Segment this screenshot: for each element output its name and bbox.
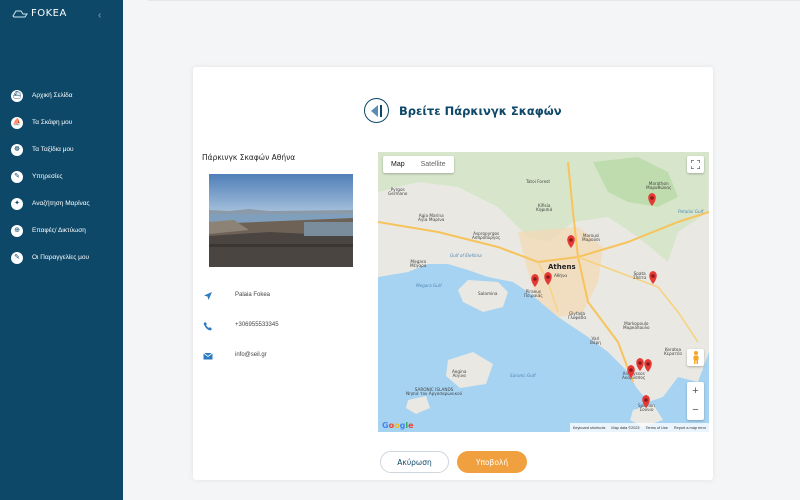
keyboard-shortcuts-link[interactable]: Keyboard shortcuts	[573, 426, 606, 430]
helm-icon: ☸	[11, 143, 23, 156]
logo[interactable]: FOKEA	[12, 8, 67, 19]
parking-finder-card: Βρείτε Πάρκινγκ Σκαφών Πάρκινγκ Σκαφών Α…	[193, 67, 713, 480]
map-marker[interactable]	[567, 235, 575, 248]
sidebar: FOKEA ‹ ⛴ Αρχική Σελίδα ⛵ Τα Σκάφη μου ☸…	[0, 0, 123, 500]
zoom-out-button[interactable]: −	[687, 401, 704, 420]
map-marker[interactable]	[648, 193, 656, 206]
compass-icon: ✦	[11, 197, 23, 210]
map-marker[interactable]	[627, 365, 635, 378]
edit-icon: ✎	[11, 170, 23, 183]
zoom-controls: + −	[687, 382, 704, 420]
fullscreen-button[interactable]	[687, 156, 704, 173]
navigation-arrow-icon	[203, 291, 213, 301]
sidebar-item-marina-search[interactable]: ✦ Αναζήτηση Μαρίνας	[0, 190, 123, 217]
street-view-pegman[interactable]	[687, 349, 704, 366]
back-arrow-icon	[371, 104, 378, 117]
marina-name: Πάρκινγκ Σκαφών Αθήνα	[202, 153, 296, 162]
sidebar-item-label: Αναζήτηση Μαρίνας	[32, 200, 90, 207]
ship-logo-icon	[12, 10, 28, 17]
pegman-icon	[693, 351, 698, 364]
map-marker[interactable]	[531, 274, 539, 287]
submit-button[interactable]: Υποβολή	[457, 451, 527, 473]
marina-address: Palaia Fokea	[235, 292, 271, 298]
collapse-sidebar-icon[interactable]: ‹	[98, 10, 101, 21]
zoom-in-button[interactable]: +	[687, 382, 704, 401]
sidebar-nav: ⛴ Αρχική Σελίδα ⛵ Τα Σκάφη μου ☸ Τα Ταξί…	[0, 82, 123, 271]
boat-icon: ⛴	[11, 89, 23, 102]
cancel-button[interactable]: Ακύρωση	[380, 451, 449, 473]
fullscreen-icon	[691, 160, 700, 169]
map-view[interactable]: Pyrgos Germano Agia Marina Αγία Μαρίνα T…	[378, 152, 709, 432]
marina-phone[interactable]: +306955533345	[235, 322, 279, 328]
map-marker[interactable]	[636, 358, 644, 371]
sidebar-item-label: Αρχική Σελίδα	[32, 92, 73, 99]
map-marker[interactable]	[544, 272, 552, 285]
phone-icon	[203, 321, 213, 331]
map-marker[interactable]	[649, 271, 657, 284]
marina-email[interactable]: info@seil.gr	[235, 352, 267, 358]
terms-link[interactable]: Terms of Use	[646, 426, 668, 430]
map-marker[interactable]	[644, 359, 652, 372]
globe-icon: ⊕	[11, 224, 23, 237]
sidebar-item-home[interactable]: ⛴ Αρχική Σελίδα	[0, 82, 123, 109]
report-error-link[interactable]: Report a map error	[674, 426, 706, 430]
sidebar-item-label: Οι Παραγγελίες μου	[32, 254, 90, 261]
address-row: Palaia Fokea	[203, 291, 270, 301]
back-button[interactable]	[364, 98, 389, 123]
sidebar-item-label: Υπηρεσίες	[32, 173, 63, 180]
map-markers	[531, 193, 657, 408]
brand-name: FOKEA	[31, 8, 67, 19]
email-row: info@seil.gr	[203, 351, 267, 361]
email-icon	[203, 351, 213, 361]
google-logo: Google	[382, 421, 414, 430]
sidebar-item-label: Επαφές/ Δικτύωση	[32, 227, 86, 234]
header-divider	[148, 0, 800, 1]
sidebar-item-my-boats[interactable]: ⛵ Τα Σκάφη μου	[0, 109, 123, 136]
map-marker[interactable]	[642, 395, 650, 408]
page-title: Βρείτε Πάρκινγκ Σκαφών	[399, 104, 562, 118]
sidebar-item-my-trips[interactable]: ☸ Τα Ταξίδια μου	[0, 136, 123, 163]
phone-row: +306955533345	[203, 321, 279, 331]
sidebar-item-orders[interactable]: ✎ Οι Παραγγελίες μου	[0, 244, 123, 271]
sidebar-item-contacts[interactable]: ⊕ Επαφές/ Δικτύωση	[0, 217, 123, 244]
sidebar-item-services[interactable]: ✎ Υπηρεσίες	[0, 163, 123, 190]
edit-icon: ✎	[11, 251, 23, 264]
tab-satellite[interactable]: Satellite	[413, 156, 454, 173]
sidebar-item-label: Τα Σκάφη μου	[32, 119, 73, 126]
sidebar-item-label: Τα Ταξίδια μου	[32, 146, 74, 153]
tab-map[interactable]: Map	[383, 156, 413, 173]
map-type-tabs: Map Satellite	[383, 156, 454, 173]
marina-photo	[209, 174, 353, 267]
map-data-text: Map data ©2023	[611, 425, 640, 430]
map-attribution: Keyboard shortcuts Map data ©2023 Terms …	[569, 423, 709, 432]
sailboat-icon: ⛵	[11, 116, 23, 129]
